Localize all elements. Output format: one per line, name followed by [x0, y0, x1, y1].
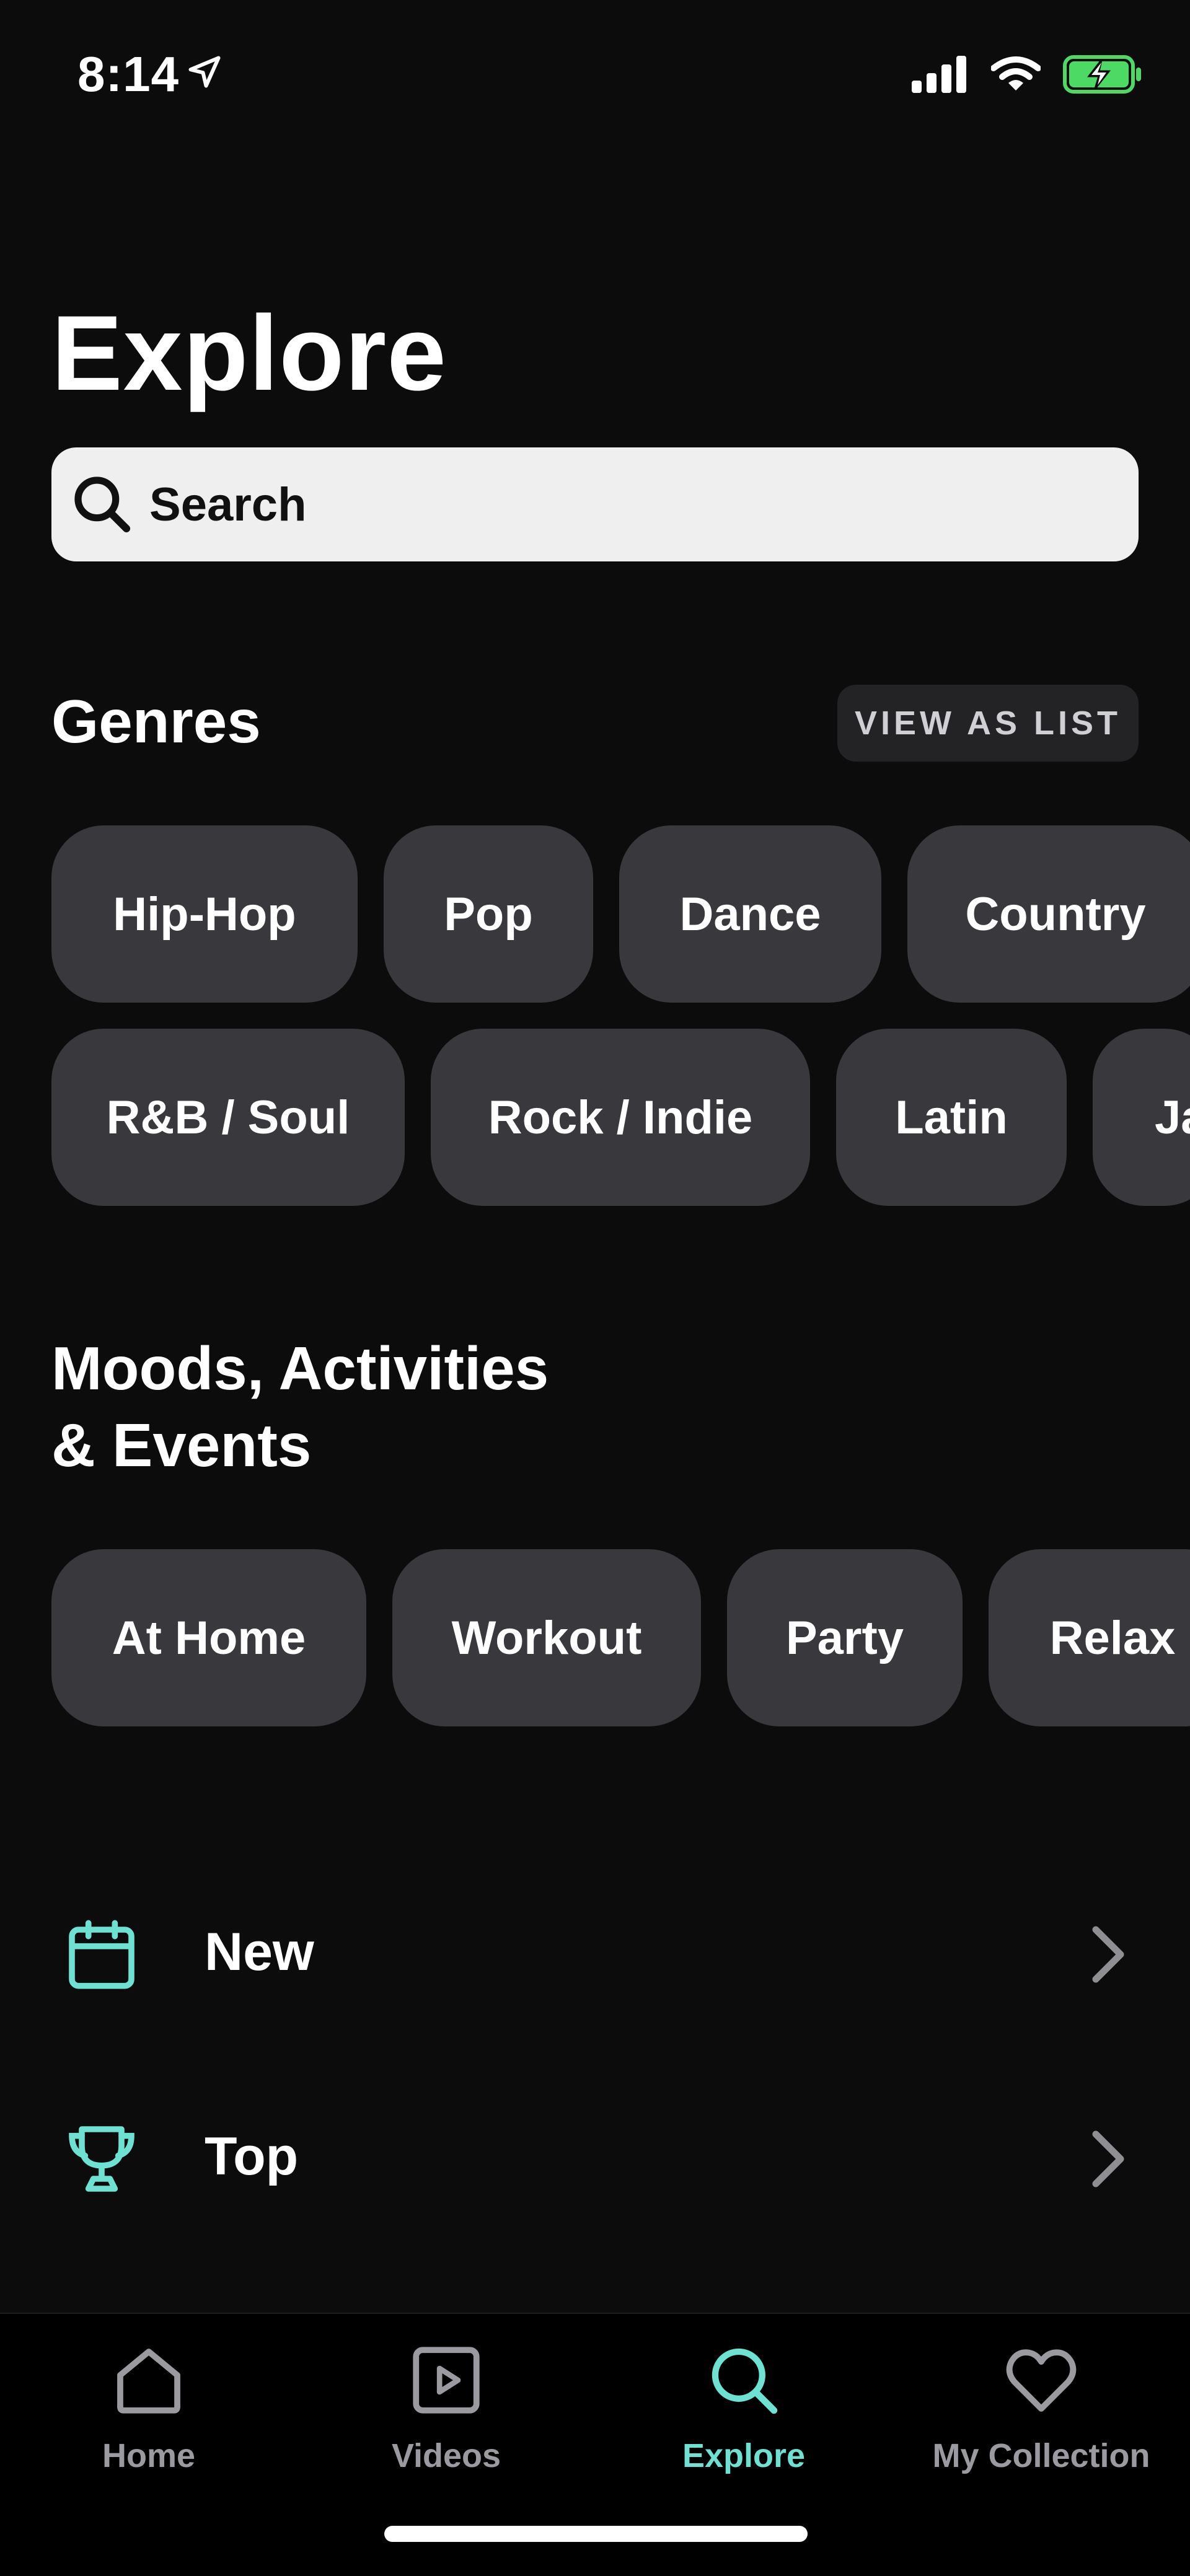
genre-chip-rock-indie[interactable]: Rock / Indie — [431, 1029, 810, 1206]
wifi-icon — [991, 56, 1041, 90]
genre-chip-jazz[interactable]: Ja — [1093, 1029, 1190, 1206]
search-icon — [712, 2348, 778, 2414]
genre-chip-rnb-soul[interactable]: R&B / Soul — [51, 1029, 405, 1206]
home-icon — [117, 2349, 180, 2414]
moods-row: At Home Workout Party Relax — [51, 1549, 1190, 1726]
tab-explore-label: Explore — [682, 2437, 806, 2474]
list-item-new[interactable]: New — [0, 1878, 1190, 2026]
battery-charging-icon — [1063, 55, 1141, 94]
list-item-top-label: Top — [205, 2127, 299, 2186]
chevron-right-icon — [1092, 1926, 1124, 1983]
list-item-top[interactable]: Top — [0, 2082, 1190, 2231]
mood-chip-at-home[interactable]: At Home — [51, 1549, 366, 1726]
tab-my-collection[interactable]: My Collection — [892, 2340, 1190, 2475]
genre-chip-dance[interactable]: Dance — [619, 825, 881, 1003]
search-input[interactable]: Search — [51, 447, 1139, 561]
tab-videos[interactable]: Videos — [298, 2340, 595, 2475]
genres-row-2: R&B / Soul Rock / Indie Latin Ja — [51, 1029, 1190, 1206]
mood-chip-relax[interactable]: Relax — [989, 1549, 1190, 1726]
heart-icon — [1006, 2349, 1077, 2412]
explore-screen: 8:14 Explore Search Genres VIEW AS LIST … — [0, 0, 1190, 2576]
mood-chip-party[interactable]: Party — [727, 1549, 963, 1726]
status-time: 8:14 — [77, 46, 180, 102]
moods-title-line1: Moods, Activities — [51, 1334, 549, 1402]
genres-title: Genres — [51, 687, 261, 755]
genre-chip-country[interactable]: Country — [907, 825, 1190, 1003]
tab-my-collection-label: My Collection — [932, 2437, 1150, 2474]
page-title: Explore — [51, 294, 447, 413]
search-icon — [74, 477, 131, 533]
search-placeholder: Search — [149, 478, 307, 531]
chevron-right-icon — [1092, 2130, 1124, 2187]
status-bar: 8:14 — [0, 0, 1190, 143]
tab-videos-label: Videos — [391, 2437, 501, 2474]
trophy-icon — [69, 2126, 134, 2192]
tab-explore[interactable]: Explore — [595, 2340, 892, 2475]
signal-icon — [912, 56, 966, 93]
location-arrow-icon — [188, 56, 221, 88]
genres-row-1: Hip-Hop Pop Dance Country — [51, 825, 1190, 1003]
genre-chip-pop[interactable]: Pop — [384, 825, 593, 1003]
genre-chip-latin[interactable]: Latin — [836, 1029, 1067, 1206]
mood-chip-workout[interactable]: Workout — [392, 1549, 701, 1726]
calendar-icon — [69, 1920, 134, 1989]
moods-title: Moods, Activities & Events — [51, 1330, 549, 1484]
video-icon — [413, 2347, 480, 2414]
tab-home-label: Home — [102, 2437, 196, 2474]
view-as-list-button[interactable]: VIEW AS LIST — [837, 685, 1139, 762]
genre-chip-hip-hop[interactable]: Hip-Hop — [51, 825, 358, 1003]
home-indicator[interactable] — [384, 2526, 808, 2542]
tab-home[interactable]: Home — [0, 2340, 298, 2475]
moods-title-line2: & Events — [51, 1411, 312, 1479]
status-indicators — [912, 50, 1144, 99]
list-item-new-label: New — [205, 1922, 314, 1982]
